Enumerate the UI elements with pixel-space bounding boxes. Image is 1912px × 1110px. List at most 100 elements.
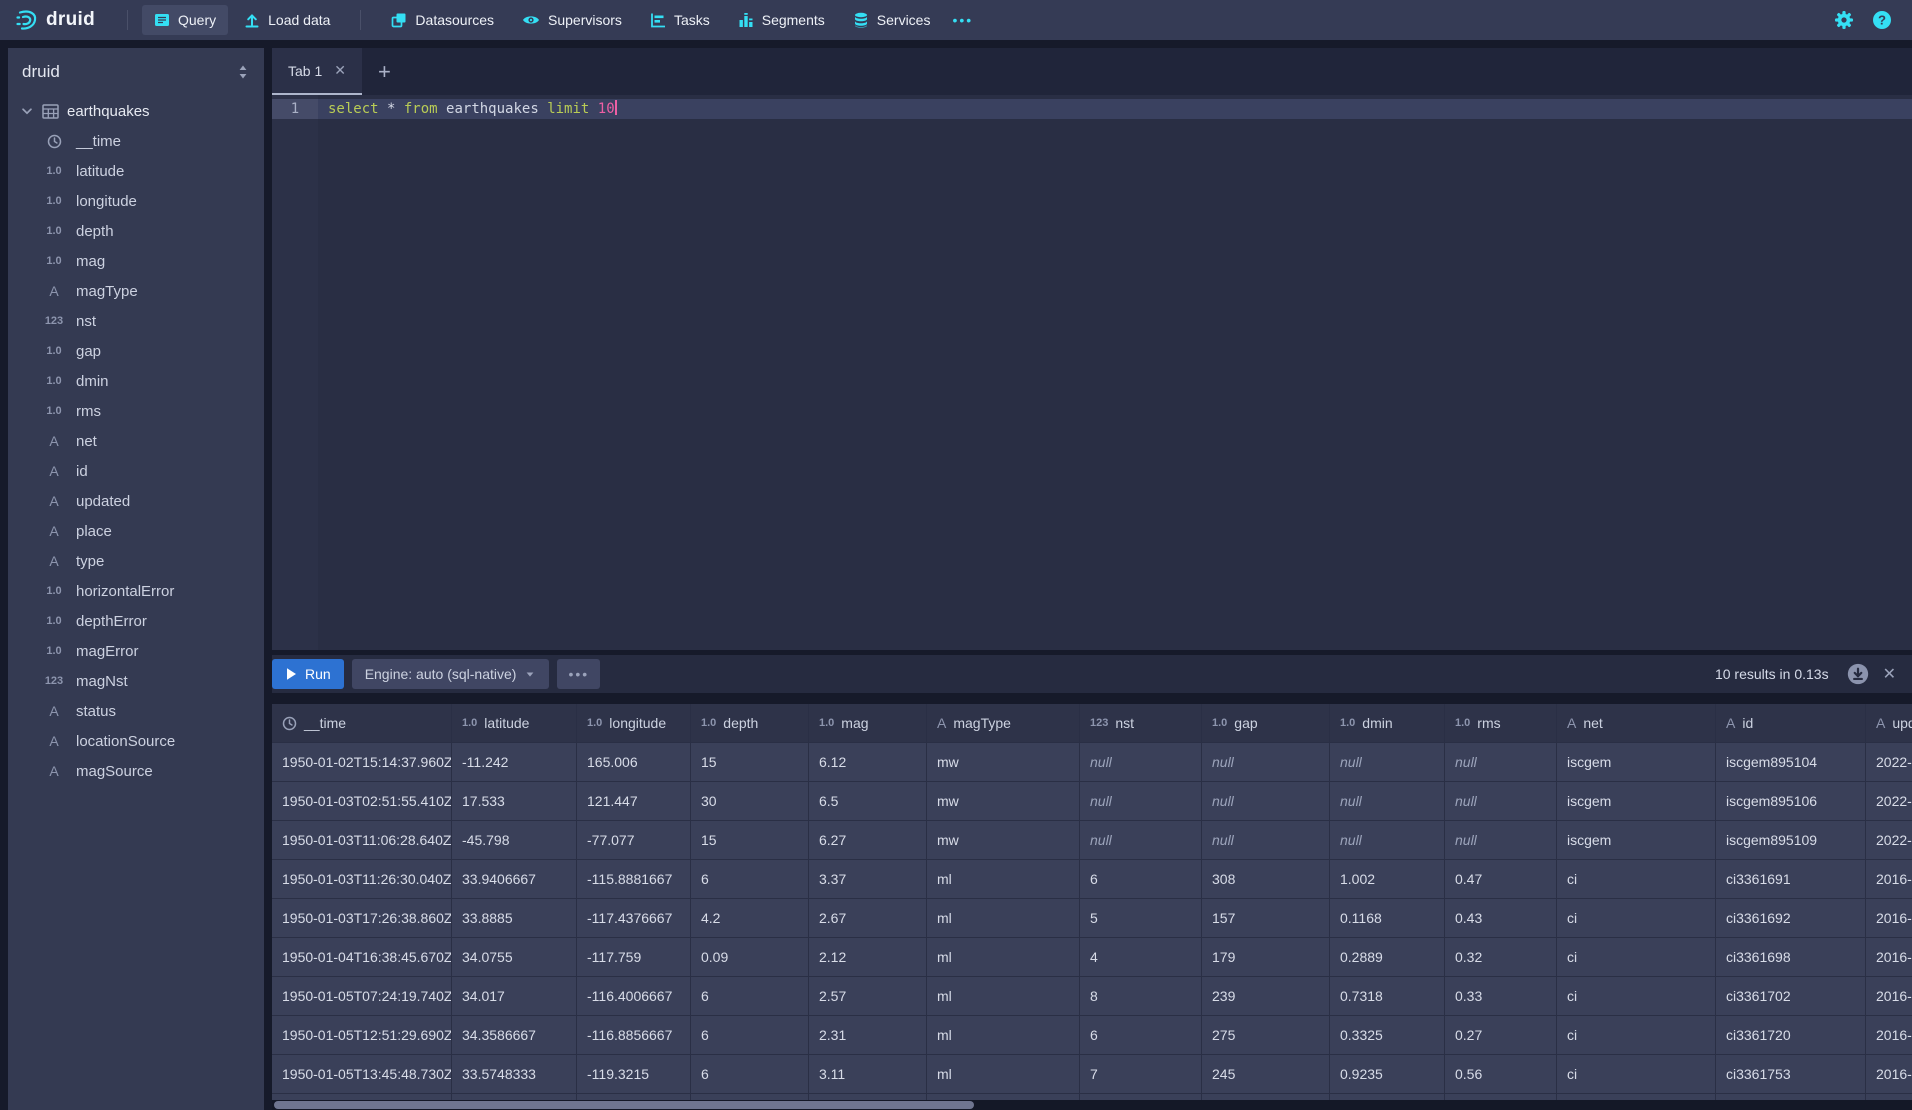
add-tab-button[interactable]: + — [362, 48, 407, 95]
column-item-mag[interactable]: 1.0mag — [8, 246, 264, 276]
table-cell[interactable]: 8 — [1080, 977, 1202, 1016]
column-item-longitude[interactable]: 1.0longitude — [8, 186, 264, 216]
column-header-depth[interactable]: 1.0depth — [691, 704, 809, 743]
table-cell[interactable]: iscgem — [1557, 743, 1716, 782]
table-cell[interactable]: iscgem895109 — [1716, 821, 1866, 860]
table-cell[interactable]: 1950-01-03T02:51:55.410Z — [272, 782, 452, 821]
table-cell[interactable]: 2016-0 — [1866, 899, 1912, 938]
table-cell[interactable]: ml — [927, 1055, 1080, 1094]
column-header-rms[interactable]: 1.0rms — [1445, 704, 1557, 743]
table-cell[interactable]: 2016-0 — [1866, 938, 1912, 977]
help-icon[interactable]: ? — [1872, 10, 1892, 30]
query-more-button[interactable]: ••• — [557, 659, 600, 689]
table-cell[interactable]: 0.7318 — [1330, 977, 1445, 1016]
table-cell[interactable]: 0.2889 — [1330, 938, 1445, 977]
column-item-magError[interactable]: 1.0magError — [8, 636, 264, 666]
table-cell[interactable]: 1950-01-05T13:45:48.730Z — [272, 1055, 452, 1094]
table-cell[interactable]: 33.8885 — [452, 899, 577, 938]
table-cell[interactable]: null — [1445, 743, 1557, 782]
nav-item-tasks[interactable]: Tasks — [638, 5, 722, 35]
table-cell[interactable]: null — [1080, 782, 1202, 821]
column-item-locationSource[interactable]: AlocationSource — [8, 726, 264, 756]
sql-code-line[interactable]: select * from earthquakes limit 10 — [318, 99, 1912, 119]
table-cell[interactable]: null — [1445, 821, 1557, 860]
table-cell[interactable]: -116.8856667 — [577, 1016, 691, 1055]
table-cell[interactable]: 6 — [691, 1016, 809, 1055]
column-header-gap[interactable]: 1.0gap — [1202, 704, 1330, 743]
table-cell[interactable]: -45.798 — [452, 821, 577, 860]
table-cell[interactable]: 5 — [1080, 899, 1202, 938]
nav-item-segments[interactable]: Segments — [726, 5, 837, 35]
table-cell[interactable]: 1.002 — [1330, 860, 1445, 899]
table-cell[interactable]: 2016-0 — [1866, 860, 1912, 899]
column-item-magSource[interactable]: AmagSource — [8, 756, 264, 786]
table-cell[interactable]: 0.9235 — [1330, 1055, 1445, 1094]
table-cell[interactable]: ci — [1557, 938, 1716, 977]
table-cell[interactable]: 1950-01-03T11:06:28.640Z — [272, 821, 452, 860]
table-cell[interactable]: mw — [927, 821, 1080, 860]
column-header-net[interactable]: Anet — [1557, 704, 1716, 743]
close-results-icon[interactable]: ✕ — [1877, 664, 1902, 684]
table-cell[interactable]: -77.077 — [577, 821, 691, 860]
table-cell[interactable]: 6.5 — [809, 782, 927, 821]
table-cell[interactable]: 3.37 — [809, 860, 927, 899]
table-cell[interactable]: -119.3215 — [577, 1055, 691, 1094]
nav-item-query[interactable]: Query — [142, 5, 228, 35]
sql-editor[interactable]: 1 select * from earthquakes limit 10 — [272, 95, 1912, 650]
table-cell[interactable]: -115.8881667 — [577, 860, 691, 899]
table-cell[interactable]: 2.57 — [809, 977, 927, 1016]
horizontal-scrollbar[interactable] — [272, 1100, 1912, 1110]
table-cell[interactable]: 0.43 — [1445, 899, 1557, 938]
table-cell[interactable]: 7 — [1080, 1055, 1202, 1094]
column-item-magType[interactable]: AmagType — [8, 276, 264, 306]
column-header-dmin[interactable]: 1.0dmin — [1330, 704, 1445, 743]
table-cell[interactable]: ci — [1557, 899, 1716, 938]
column-item-id[interactable]: Aid — [8, 456, 264, 486]
table-cell[interactable]: ml — [927, 1016, 1080, 1055]
table-cell[interactable]: null — [1080, 821, 1202, 860]
table-cell[interactable]: 15 — [691, 743, 809, 782]
table-cell[interactable]: 2016-0 — [1866, 1016, 1912, 1055]
table-cell[interactable]: null — [1202, 821, 1330, 860]
table-cell[interactable]: iscgem — [1557, 821, 1716, 860]
column-header-magType[interactable]: AmagType — [927, 704, 1080, 743]
table-cell[interactable]: 6.12 — [809, 743, 927, 782]
table-cell[interactable]: 6 — [1080, 860, 1202, 899]
table-cell[interactable]: 239 — [1202, 977, 1330, 1016]
column-item-updated[interactable]: Aupdated — [8, 486, 264, 516]
column-header-id[interactable]: Aid — [1716, 704, 1866, 743]
table-cell[interactable]: 3.11 — [809, 1055, 927, 1094]
column-header-nst[interactable]: 123nst — [1080, 704, 1202, 743]
table-cell[interactable]: 4 — [1080, 938, 1202, 977]
table-cell[interactable]: 1950-01-02T15:14:37.960Z — [272, 743, 452, 782]
column-header-longitude[interactable]: 1.0longitude — [577, 704, 691, 743]
table-cell[interactable]: ci3361702 — [1716, 977, 1866, 1016]
settings-gear-icon[interactable] — [1834, 10, 1854, 30]
table-cell[interactable]: 2.67 — [809, 899, 927, 938]
table-cell[interactable]: null — [1202, 782, 1330, 821]
table-cell[interactable]: iscgem895104 — [1716, 743, 1866, 782]
nav-item-datasources[interactable]: Datasources — [379, 5, 506, 35]
table-cell[interactable]: null — [1330, 743, 1445, 782]
column-item-dmin[interactable]: 1.0dmin — [8, 366, 264, 396]
column-item-net[interactable]: Anet — [8, 426, 264, 456]
column-item-rms[interactable]: 1.0rms — [8, 396, 264, 426]
table-cell[interactable]: 157 — [1202, 899, 1330, 938]
table-cell[interactable]: 6 — [1080, 1016, 1202, 1055]
chevron-down-icon[interactable] — [20, 104, 34, 118]
table-cell[interactable]: 2016-0 — [1866, 1055, 1912, 1094]
column-item-depthError[interactable]: 1.0depthError — [8, 606, 264, 636]
column-item-nst[interactable]: 123nst — [8, 306, 264, 336]
table-cell[interactable]: 1950-01-04T16:38:45.670Z — [272, 938, 452, 977]
editor-line-1[interactable]: 1 select * from earthquakes limit 10 — [272, 99, 1912, 119]
column-item-gap[interactable]: 1.0gap — [8, 336, 264, 366]
nav-item-load-data[interactable]: Load data — [232, 5, 342, 35]
table-cell[interactable]: 308 — [1202, 860, 1330, 899]
column-item-place[interactable]: Aplace — [8, 516, 264, 546]
scrollbar-thumb[interactable] — [274, 1101, 974, 1109]
column-item-horizontalError[interactable]: 1.0horizontalError — [8, 576, 264, 606]
table-cell[interactable]: 121.447 — [577, 782, 691, 821]
table-cell[interactable]: 6 — [691, 1055, 809, 1094]
table-cell[interactable]: 0.33 — [1445, 977, 1557, 1016]
table-cell[interactable]: ci3361698 — [1716, 938, 1866, 977]
